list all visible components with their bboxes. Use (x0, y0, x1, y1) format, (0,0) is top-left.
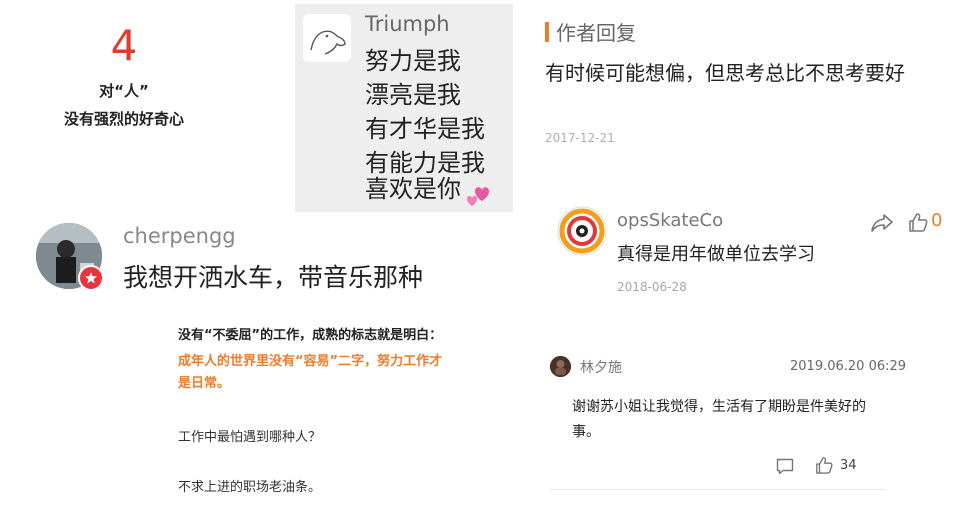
username[interactable]: 林夕施 (580, 357, 622, 377)
share-icon[interactable] (870, 212, 894, 234)
comment-date: 2018-06-28 (617, 280, 687, 294)
triumph-comment-card: Triumph 努力是我 漂亮是我 有才华是我 有能力是我 喜欢是你 (295, 4, 513, 212)
comment-line: 漂亮是我 (365, 81, 461, 109)
author-reply-title: 作者回复 (556, 21, 636, 45)
stat-number: 4 (110, 21, 138, 70)
article-text: 没有“不委屈”的工作，成熟的标志就是明白： (178, 328, 443, 343)
avatar[interactable] (303, 14, 351, 62)
avatar[interactable] (557, 206, 607, 256)
comment-line: 有才华是我 (365, 115, 485, 143)
stat-subtitle: 没有强烈的好奇心 (63, 110, 184, 128)
thumbs-up-icon[interactable] (908, 211, 928, 233)
bear-avatar-icon (310, 30, 346, 55)
comment-time: 2019.06.20 06:29 (790, 359, 907, 374)
article-highlight: 成年人的世界里没有“容易”二字，努力工作才 (178, 354, 443, 369)
username[interactable]: cherpengg (123, 224, 236, 248)
avatar[interactable] (550, 356, 571, 377)
reply-date: 2017-12-21 (545, 131, 615, 145)
accent-bar (545, 22, 549, 42)
comment-line: 喜欢是你 (365, 175, 461, 203)
article-text: 工作中最怕遇到哪种人？ (178, 430, 322, 445)
divider (550, 489, 886, 490)
username[interactable]: Triumph (365, 12, 450, 36)
two-hearts-icon (467, 187, 489, 206)
comment-text: 谢谢苏小姐让我觉得，生活有了期盼是件美好的事。 (572, 399, 866, 440)
thumbs-up-icon[interactable] (815, 455, 833, 475)
comment-icon[interactable] (776, 458, 794, 475)
author-reply-text: 有时候可能想偏，但思考总比不思考要好 (545, 61, 905, 85)
username[interactable]: opsSkateCo (617, 210, 723, 231)
like-count: 0 (931, 210, 943, 231)
comment-text: 真得是用年做单位去学习 (617, 244, 815, 265)
article-text: 不求上进的职场老油条。 (178, 480, 322, 495)
stat-title: 对“人” (99, 82, 149, 100)
badge-icon (78, 265, 104, 291)
like-count: 34 (840, 458, 857, 473)
comment-text: 我想开洒水车，带音乐那种 (123, 263, 424, 292)
article-highlight: 是日常。 (178, 376, 231, 391)
comment-line: 努力是我 (365, 47, 461, 75)
